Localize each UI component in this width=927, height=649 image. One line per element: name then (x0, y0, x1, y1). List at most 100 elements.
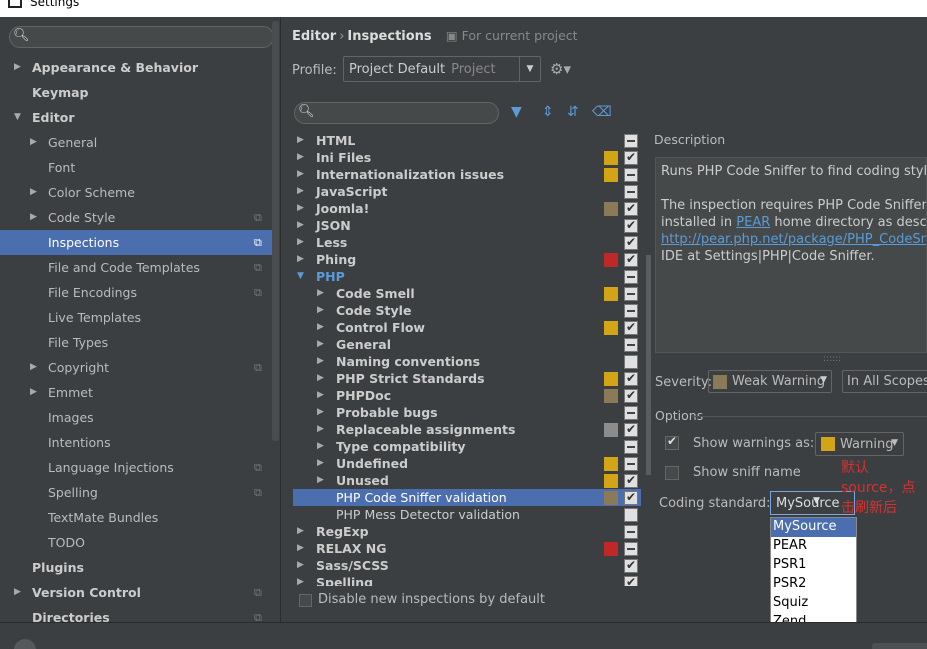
sidebar-item-file-types[interactable]: File Types (0, 330, 279, 355)
inspection-checkbox[interactable] (624, 217, 638, 234)
inspection-row-spelling[interactable]: ▶ Spelling (293, 574, 641, 586)
inspection-checkbox[interactable] (624, 185, 638, 199)
chevron-right-icon[interactable]: ▶ (317, 455, 324, 472)
chevron-right-icon[interactable]: ▶ (317, 336, 324, 353)
scope-select[interactable]: In All Scopes ▼ (842, 370, 927, 393)
inspection-checkbox[interactable] (624, 557, 638, 574)
pear-link[interactable]: PEAR (736, 215, 770, 230)
sidebar-item-file-encodings[interactable]: File Encodings ⧉ (0, 280, 279, 305)
chevron-right-icon[interactable]: ▶ (317, 370, 324, 387)
chevron-right-icon[interactable]: ▶ (297, 574, 304, 586)
coding-standard-option-squiz[interactable]: Squiz (771, 594, 856, 613)
sidebar-item-file-and-code-templates[interactable]: File and Code Templates ⧉ (0, 255, 279, 280)
chevron-right-icon[interactable]: ▶ (317, 438, 324, 455)
sidebar-item-spelling[interactable]: Spelling ⧉ (0, 480, 279, 505)
codesniffer-link[interactable]: http://pear.php.net/package/PHP_CodeSnif… (661, 231, 926, 248)
inspection-row-php-strict-standards[interactable]: ▶ PHP Strict Standards (293, 370, 641, 387)
splitter-grip[interactable]: :::::: (823, 354, 841, 364)
sidebar-item-font[interactable]: Font (0, 155, 279, 180)
chevron-right-icon[interactable]: ▶ (297, 183, 304, 200)
inspection-checkbox[interactable] (624, 338, 638, 352)
inspection-checkbox[interactable] (624, 234, 638, 251)
profile-select[interactable]: Project Default Project ▼ (343, 56, 541, 82)
sidebar-item-copyright[interactable]: ▶ Copyright ⧉ (0, 355, 279, 380)
chevron-right-icon[interactable]: ▶ (317, 387, 324, 404)
inspection-checkbox[interactable] (624, 525, 638, 539)
inspection-checkbox[interactable] (624, 387, 638, 404)
chevron-right-icon[interactable]: ▶ (297, 200, 304, 217)
sidebar-item-plugins[interactable]: Plugins (0, 555, 279, 580)
chevron-right-icon[interactable]: ▶ (297, 217, 304, 234)
gear-icon[interactable]: ⚙▾ (550, 60, 571, 78)
inspection-checkbox[interactable] (624, 319, 638, 336)
inspection-checkbox[interactable] (624, 304, 638, 318)
expand-all-icon[interactable]: ⇕ (542, 104, 554, 120)
show-warnings-checkbox[interactable] (665, 434, 679, 450)
help-icon[interactable] (14, 639, 36, 649)
chevron-right-icon[interactable]: ▶ (297, 234, 304, 251)
show-sniff-name-checkbox[interactable] (665, 466, 679, 480)
sidebar-item-language-injections[interactable]: Language Injections ⧉ (0, 455, 279, 480)
chevron-right-icon[interactable]: ▶ (297, 523, 304, 540)
inspection-checkbox[interactable] (624, 149, 638, 166)
inspection-row-type-compatibility[interactable]: ▶ Type compatibility (293, 438, 641, 455)
sidebar-item-intentions[interactable]: Intentions (0, 430, 279, 455)
inspection-row-code-style[interactable]: ▶ Code Style (293, 302, 641, 319)
inspection-checkbox[interactable] (624, 489, 638, 506)
inspection-row-regexp[interactable]: ▶ RegExp (293, 523, 641, 540)
reset-icon[interactable]: ⌫ (592, 104, 612, 120)
inspection-row-php[interactable]: ▼ PHP (293, 268, 641, 285)
collapse-all-icon[interactable]: ⇵ (567, 104, 579, 120)
chevron-right-icon[interactable]: ▶ (317, 404, 324, 421)
filter-icon[interactable]: ▼ (511, 104, 522, 120)
inspection-checkbox[interactable] (624, 287, 638, 301)
sidebar-item-code-style[interactable]: ▶ Code Style ⧉ (0, 205, 279, 230)
chevron-right-icon[interactable]: ▶ (297, 166, 304, 183)
inspection-checkbox[interactable] (624, 370, 638, 387)
chevron-right-icon[interactable]: ▶ (317, 353, 324, 370)
sidebar-item-editor[interactable]: ▼ Editor (0, 105, 279, 130)
inspection-checkbox[interactable] (624, 355, 638, 369)
tree-scrollbar[interactable] (646, 135, 651, 585)
inspection-checkbox[interactable] (624, 542, 638, 556)
chevron-right-icon[interactable]: ▶ (317, 302, 324, 319)
chevron-down-icon[interactable]: ▼ (297, 268, 304, 285)
inspection-row-less[interactable]: ▶ Less (293, 234, 641, 251)
severity-select[interactable]: Weak Warning ▼ (708, 370, 832, 393)
coding-standard-option-pear[interactable]: PEAR (771, 537, 856, 556)
tree-scrollbar-thumb[interactable] (646, 255, 651, 475)
sidebar-item-color-scheme[interactable]: ▶ Color Scheme (0, 180, 279, 205)
sidebar-item-emmet[interactable]: ▶ Emmet (0, 380, 279, 405)
inspection-row-html[interactable]: ▶ HTML (293, 132, 641, 149)
coding-standard-option-mysource[interactable]: MySource (771, 518, 856, 537)
coding-standard-option-psr1[interactable]: PSR1 (771, 556, 856, 575)
chevron-right-icon[interactable]: ▶ (317, 421, 324, 438)
sidebar-item-keymap[interactable]: Keymap (0, 80, 279, 105)
inspection-checkbox[interactable] (624, 251, 638, 268)
chevron-right-icon[interactable]: ▶ (297, 149, 304, 166)
inspection-checkbox[interactable] (624, 421, 638, 438)
inspection-checkbox[interactable] (624, 200, 638, 217)
inspection-row-code-smell[interactable]: ▶ Code Smell (293, 285, 641, 302)
inspection-search-input[interactable]: 🔍︎ (294, 102, 499, 124)
sidebar-item-general[interactable]: ▶ General (0, 130, 279, 155)
sidebar-item-appearance-behavior[interactable]: ▶ Appearance & Behavior (0, 55, 279, 80)
sidebar-item-directories[interactable]: Directories ⧉ (0, 605, 279, 622)
chevron-right-icon[interactable]: ▶ (317, 472, 324, 489)
sidebar-item-todo[interactable]: TODO (0, 530, 279, 555)
inspection-row-joomla[interactable]: ▶ Joomla! (293, 200, 641, 217)
inspection-row-json[interactable]: ▶ JSON (293, 217, 641, 234)
inspection-row-ini-files[interactable]: ▶ Ini Files (293, 149, 641, 166)
disable-new-inspections-checkbox[interactable] (299, 594, 312, 607)
inspection-checkbox[interactable] (624, 574, 638, 586)
coding-standard-option-psr2[interactable]: PSR2 (771, 575, 856, 594)
ok-button[interactable] (872, 643, 927, 649)
chevron-right-icon[interactable]: ▶ (317, 285, 324, 302)
sidebar-scrollbar[interactable] (272, 21, 279, 441)
inspection-checkbox[interactable] (624, 457, 638, 471)
sidebar-search-input[interactable]: 🔍︎ (9, 26, 274, 48)
inspection-row-replaceable-assignments[interactable]: ▶ Replaceable assignments (293, 421, 641, 438)
chevron-right-icon[interactable]: ▶ (297, 251, 304, 268)
sidebar-item-version-control[interactable]: ▶ Version Control ⧉ (0, 580, 279, 605)
sidebar-item-live-templates[interactable]: Live Templates (0, 305, 279, 330)
